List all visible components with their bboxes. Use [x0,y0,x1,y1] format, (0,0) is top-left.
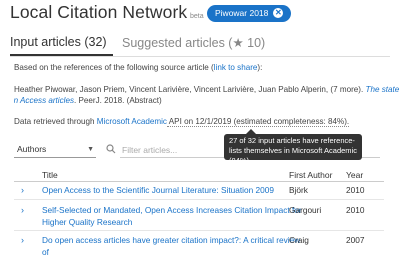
filter-field-select[interactable]: Authors ▼ [14,142,96,158]
share-link[interactable]: link to share [214,63,258,72]
app-title: Local Citation Network [10,2,188,22]
tab-bar: Input articles (32) Suggested articles (… [10,35,390,53]
column-header-year[interactable]: Year [346,170,363,180]
tab-input-articles[interactable]: Input articles (32) [10,35,107,49]
close-icon[interactable]: ✕ [273,7,284,18]
source-article-chip[interactable]: Piwowar 2018 ✕ [207,5,292,22]
source-intro-suffix: ): [257,63,263,72]
year-cell: 2007 [346,235,365,245]
year-cell: 2010 [346,185,365,195]
source-citation-line1: Heather Piwowar, Jason Priem, Vincent La… [14,84,400,95]
data-retrieval-info: Data retrieved through Microsoft Academi… [14,116,350,127]
microsoft-academic-link[interactable]: Microsoft Academic [97,117,167,126]
source-journal: . PeerJ. 2018. (Abstract) [74,96,162,105]
data-suffix[interactable]: API on 12/1/2019 (estimated completeness… [166,117,350,127]
table-header-divider [14,181,384,182]
data-prefix: Data retrieved through [14,117,97,126]
source-title-part1[interactable]: The state of [366,85,400,94]
source-intro-prefix: Based on the references of the following… [14,63,214,72]
source-intro: Based on the references of the following… [14,62,262,73]
first-author-cell: Craig [289,235,309,245]
select-value: Authors [17,144,47,154]
row-divider [14,230,384,231]
app-header: Local Citation Network beta Piwowar 2018… [10,2,390,26]
tabs-divider [10,56,390,57]
completeness-tooltip: 27 of 32 input articles have reference-l… [224,129,362,165]
expand-row-icon[interactable]: › [21,185,24,195]
beta-label: beta [190,13,204,20]
article-title-link[interactable]: Self-Selected or Mandated, Open Access I… [42,205,302,228]
source-authors: Heather Piwowar, Jason Priem, Vincent La… [14,85,366,94]
tab-suggested-articles[interactable]: Suggested articles (★ 10) [122,35,265,50]
year-cell: 2010 [346,205,365,215]
expand-row-icon[interactable]: › [21,205,24,215]
expand-row-icon[interactable]: › [21,235,24,245]
source-citation-line2: OA: a large-scale analysis of the preval… [14,95,162,106]
chevron-down-icon: ▼ [87,146,94,153]
first-author-cell: Björk [289,185,308,195]
chip-label: Piwowar 2018 [215,8,269,18]
search-icon [106,144,116,154]
column-header-title[interactable]: Title [42,170,58,180]
article-title-link[interactable]: Open Access to the Scientific Journal Li… [42,185,302,197]
row-divider [14,199,384,200]
source-title-part2[interactable]: OA: a large-scale analysis of the preval… [14,95,74,106]
column-header-first-author[interactable]: First Author [289,170,332,180]
first-author-cell: Gargouri [289,205,322,215]
